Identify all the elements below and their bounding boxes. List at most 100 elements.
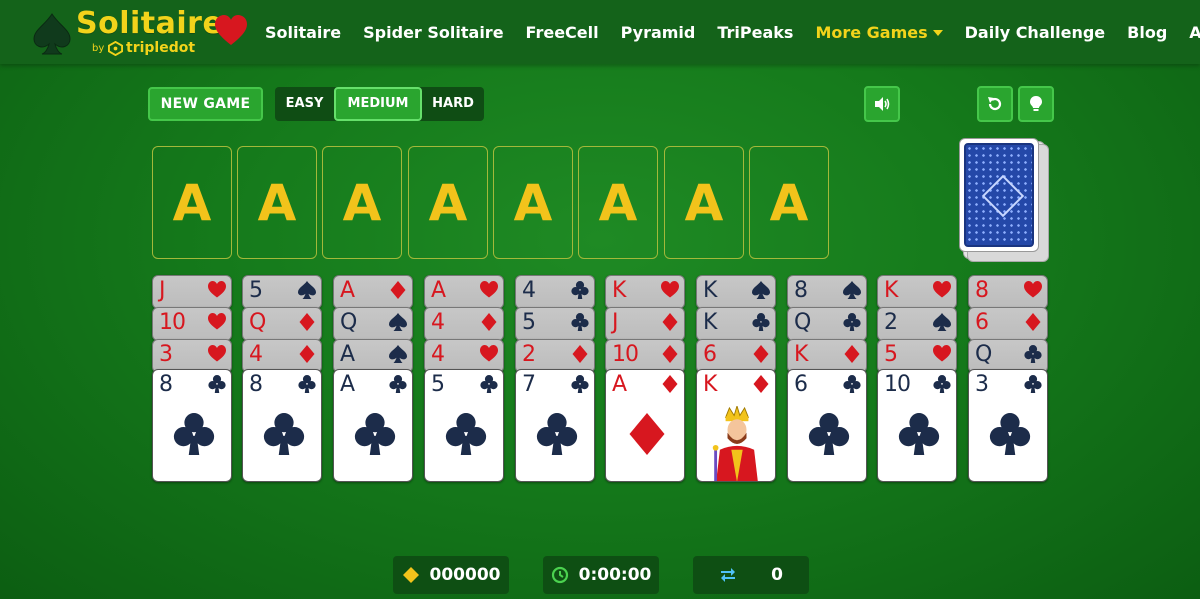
card-rank: 7 <box>522 372 536 397</box>
card-rank: K <box>612 278 626 303</box>
card-rank: 2 <box>884 310 898 335</box>
spade-suit-icon <box>933 313 951 331</box>
sound-toggle-button[interactable] <box>864 86 900 122</box>
tableau-card-faceup[interactable]: 5 <box>424 369 504 482</box>
diamond-suit-icon <box>1025 313 1041 331</box>
tableau-card-facedown[interactable]: 4 <box>424 307 504 341</box>
tableau-card-faceup[interactable]: 7 <box>515 369 595 482</box>
heart-suit-icon <box>933 281 951 298</box>
tableau-card-faceup[interactable]: 6 <box>787 369 867 482</box>
tableau-card-facedown[interactable]: 2 <box>515 339 595 373</box>
heart-logo-icon <box>215 15 247 45</box>
tableau-card-facedown[interactable]: 3 <box>152 339 232 373</box>
card-rank: 6 <box>975 310 989 335</box>
tableau-card-facedown[interactable]: A <box>333 339 413 373</box>
tableau-card-faceup[interactable]: A <box>333 369 413 482</box>
spade-suit-icon <box>843 281 861 299</box>
tableau-card-facedown[interactable]: 5 <box>242 275 322 309</box>
tableau-card-facedown[interactable]: K <box>696 275 776 309</box>
tableau-card-facedown[interactable]: K <box>787 339 867 373</box>
tableau-card-facedown[interactable]: A <box>424 275 504 309</box>
difficulty-hard-button[interactable]: HARD <box>422 87 484 121</box>
nav-more-games[interactable]: More Games <box>815 23 943 42</box>
diamond-suit-icon <box>299 313 315 331</box>
logo-by-text: by <box>92 43 105 54</box>
club-suit-icon <box>898 413 940 455</box>
stock-pile[interactable] <box>959 138 1039 252</box>
card-rank: Q <box>975 342 992 367</box>
diamond-suit-icon <box>629 413 665 455</box>
tableau-card-facedown[interactable]: 4 <box>242 339 322 373</box>
solitaire-logo[interactable]: Solitaire by tripledot <box>32 6 252 60</box>
tableau-card-facedown[interactable]: 2 <box>877 307 957 341</box>
diamond-suit-icon <box>753 375 769 393</box>
tableau-card-facedown[interactable]: J <box>152 275 232 309</box>
tableau-card-facedown[interactable]: 5 <box>877 339 957 373</box>
nav-solitaire[interactable]: Solitaire <box>265 23 341 42</box>
club-suit-icon <box>1024 345 1042 363</box>
tableau-card-facedown[interactable]: J <box>605 307 685 341</box>
tableau-card-facedown[interactable]: Q <box>968 339 1048 373</box>
tableau-card-faceup[interactable]: 3 <box>968 369 1048 482</box>
nav-blog[interactable]: Blog <box>1127 23 1167 42</box>
nav-pyramid[interactable]: Pyramid <box>621 23 696 42</box>
tableau-card-faceup[interactable]: A <box>605 369 685 482</box>
tableau-card-facedown[interactable]: 5 <box>515 307 595 341</box>
card-rank: A <box>340 372 355 397</box>
difficulty-easy-button[interactable]: EASY <box>275 87 334 121</box>
foundation-slot[interactable]: A <box>749 146 829 259</box>
tableau-card-facedown[interactable]: Q <box>787 307 867 341</box>
tableau-card-facedown[interactable]: 8 <box>787 275 867 309</box>
spade-logo-icon <box>33 13 71 55</box>
diamond-suit-icon <box>572 345 588 363</box>
tableau-card-facedown[interactable]: 6 <box>968 307 1048 341</box>
foundation-slot[interactable]: A <box>322 146 402 259</box>
nav-freecell[interactable]: FreeCell <box>526 23 599 42</box>
king-face-icon <box>712 406 758 481</box>
new-game-button[interactable]: NEW GAME <box>148 87 263 121</box>
tableau-card-facedown[interactable]: 8 <box>968 275 1048 309</box>
diamond-suit-icon <box>299 345 315 363</box>
diamond-suit-icon <box>753 345 769 363</box>
foundation-slot[interactable]: A <box>664 146 744 259</box>
tableau-card-faceup[interactable]: 10 <box>877 369 957 482</box>
difficulty-medium-button[interactable]: MEDIUM <box>334 87 422 121</box>
club-suit-icon <box>571 281 589 299</box>
tableau-card-facedown[interactable]: Q <box>333 307 413 341</box>
foundation-slot[interactable]: A <box>578 146 658 259</box>
club-suit-icon <box>298 375 316 393</box>
spade-suit-icon <box>389 345 407 363</box>
tableau-card-facedown[interactable]: A <box>333 275 413 309</box>
undo-button[interactable] <box>977 86 1013 122</box>
tableau-card-facedown[interactable]: 10 <box>152 307 232 341</box>
tableau-card-facedown[interactable]: K <box>605 275 685 309</box>
foundation-slot[interactable]: A <box>493 146 573 259</box>
top-navigation-bar: Solitaire by tripledot Solitaire Spider … <box>0 0 1200 64</box>
card-rank: 4 <box>522 278 536 303</box>
tableau-card-facedown[interactable]: 4 <box>515 275 595 309</box>
tableau-card-facedown[interactable]: Q <box>242 307 322 341</box>
foundation-slot[interactable]: A <box>152 146 232 259</box>
club-suit-icon <box>354 413 396 455</box>
tableau-card-facedown[interactable]: K <box>877 275 957 309</box>
nav-about[interactable]: About <box>1189 23 1200 42</box>
nav-daily-challenge[interactable]: Daily Challenge <box>965 23 1106 42</box>
tableau-card-faceup[interactable]: 8 <box>152 369 232 482</box>
nav-tripeaks[interactable]: TriPeaks <box>717 23 793 42</box>
hint-button[interactable] <box>1018 86 1054 122</box>
tableau-card-faceup[interactable]: 8 <box>242 369 322 482</box>
nav-spider-solitaire[interactable]: Spider Solitaire <box>363 23 503 42</box>
heart-suit-icon <box>933 345 951 362</box>
club-suit-icon <box>752 313 770 331</box>
card-rank: 10 <box>884 372 911 397</box>
foundation-slot[interactable]: A <box>237 146 317 259</box>
foundation-slot[interactable]: A <box>408 146 488 259</box>
tableau-card-facedown[interactable]: 6 <box>696 339 776 373</box>
card-rank: 10 <box>159 310 186 335</box>
tableau-card-facedown[interactable]: 10 <box>605 339 685 373</box>
card-rank: K <box>703 310 717 335</box>
tableau-card-facedown[interactable]: K <box>696 307 776 341</box>
timer-display: 0:00:00 <box>543 556 659 594</box>
tableau-card-faceup[interactable]: K <box>696 369 776 482</box>
tableau-card-facedown[interactable]: 4 <box>424 339 504 373</box>
